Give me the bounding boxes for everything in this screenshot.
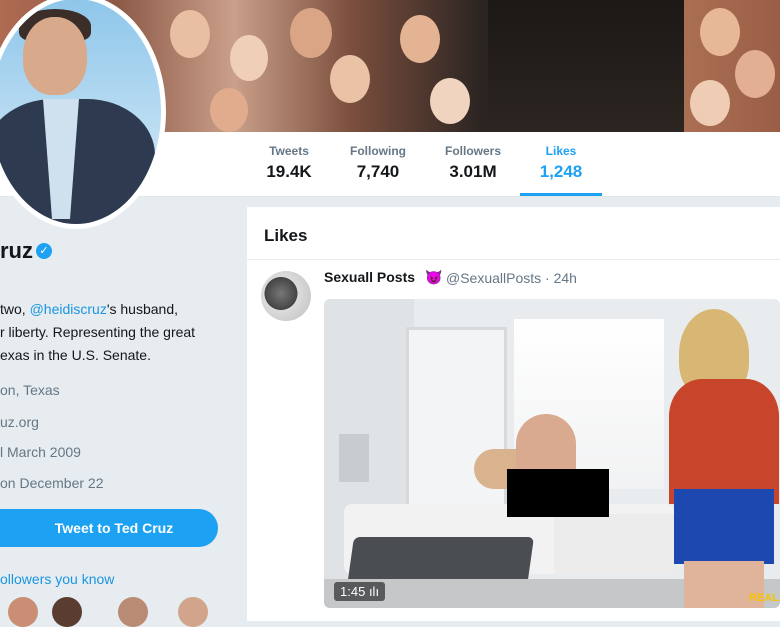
stat-label: Followers bbox=[444, 144, 501, 158]
duration-text: 1:45 bbox=[340, 584, 366, 599]
follower-avatar[interactable] bbox=[8, 597, 38, 627]
censor-box bbox=[507, 469, 609, 517]
tab-following[interactable]: Following 7,740 bbox=[337, 132, 419, 196]
tab-followers[interactable]: Followers 3.01M bbox=[432, 132, 514, 196]
stat-value: 1,248 bbox=[539, 162, 583, 181]
panel-title: Likes bbox=[264, 226, 308, 245]
tab-tweets[interactable]: Tweets 19.4K bbox=[248, 132, 330, 196]
bio-text: two, bbox=[0, 301, 30, 317]
post-avatar[interactable] bbox=[261, 271, 311, 321]
bio-text: exas in the U.S. Senate. bbox=[0, 347, 151, 363]
bio-mention-link[interactable]: @heidiscruz bbox=[30, 301, 107, 317]
stat-value: 19.4K bbox=[266, 162, 312, 181]
profile-website-link[interactable]: uz.org bbox=[0, 414, 39, 430]
profile-birthday: on December 22 bbox=[0, 475, 104, 491]
stat-label: Tweets bbox=[269, 144, 309, 158]
stat-value: 3.01M bbox=[449, 162, 497, 181]
bio-text: r liberty. Representing the great bbox=[0, 324, 196, 340]
verified-badge-icon: ✓ bbox=[36, 243, 52, 259]
tweet-to-button[interactable]: Tweet to Ted Cruz bbox=[0, 509, 218, 547]
follower-avatar[interactable] bbox=[52, 597, 82, 627]
stat-label: Following bbox=[350, 144, 406, 158]
stat-label: Likes bbox=[545, 144, 577, 158]
video-watermark: REAL bbox=[749, 592, 779, 604]
profile-bio: two, @heidiscruz's husband, r liberty. R… bbox=[0, 298, 225, 367]
post-video[interactable]: 1:45 ılı REAL bbox=[324, 299, 780, 608]
banner-speaker bbox=[488, 0, 684, 132]
panel-header: Likes bbox=[247, 207, 780, 260]
bio-text: 's husband, bbox=[106, 301, 178, 317]
video-duration: 1:45 ılı bbox=[334, 582, 386, 601]
profile-avatar[interactable] bbox=[0, 0, 166, 229]
profile-location: on, Texas bbox=[0, 382, 60, 398]
profile-name[interactable]: ruz bbox=[0, 238, 33, 264]
devil-emoji-icon: 😈 bbox=[425, 269, 443, 285]
volume-bars-icon: ılı bbox=[368, 584, 380, 599]
follower-avatar[interactable] bbox=[178, 597, 208, 627]
likes-panel: Likes Sexuall Posts 😈 @SexuallPosts · 24… bbox=[247, 207, 780, 621]
profile-joined: l March 2009 bbox=[0, 444, 81, 460]
stat-value: 7,740 bbox=[356, 162, 400, 181]
post-author-name[interactable]: Sexuall Posts bbox=[324, 269, 415, 285]
tab-likes[interactable]: Likes 1,248 bbox=[520, 132, 602, 196]
follower-avatar[interactable] bbox=[118, 597, 148, 627]
followers-you-know-link[interactable]: ollowers you know bbox=[0, 571, 114, 587]
post-handle-time[interactable]: @SexuallPosts · 24h bbox=[446, 270, 577, 286]
